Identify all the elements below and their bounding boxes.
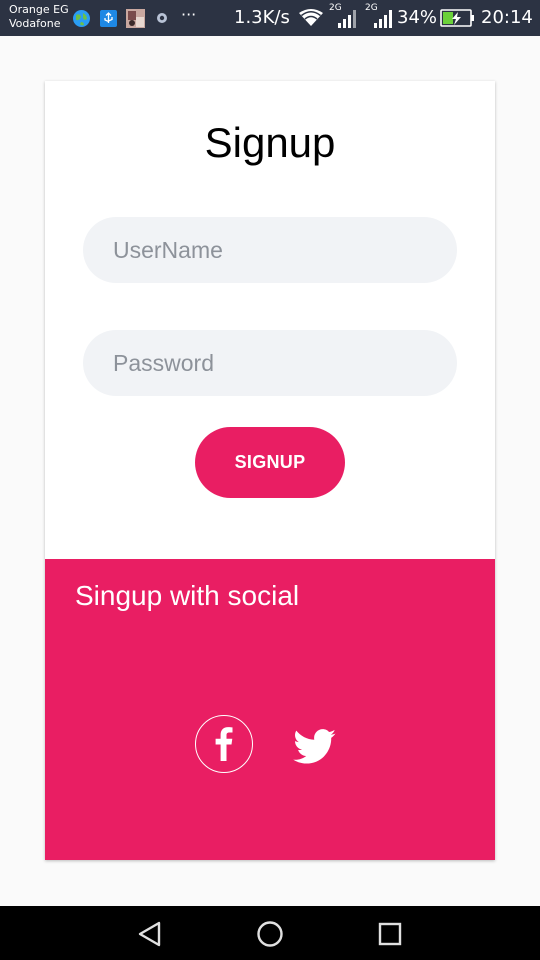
carrier-names: Orange EG Vodafone	[9, 3, 69, 31]
network-speed: 1.3K/s	[234, 7, 290, 28]
username-input[interactable]	[83, 217, 457, 283]
usb-icon	[100, 10, 117, 27]
recents-icon[interactable]	[376, 920, 404, 948]
signal-strength-icon	[338, 10, 356, 28]
password-input[interactable]	[83, 330, 457, 396]
social-signup-section: Singup with social	[45, 559, 495, 860]
facebook-icon	[215, 727, 233, 761]
carrier-1: Orange EG	[9, 3, 69, 16]
signal-strength-icon	[374, 10, 392, 28]
back-icon[interactable]	[136, 920, 164, 948]
carrier-2: Vodafone	[9, 17, 61, 30]
navigation-bar	[0, 906, 540, 960]
globe-app-icon	[73, 10, 90, 27]
social-section-title: Singup with social	[75, 580, 300, 611]
clock: 20:14	[481, 7, 533, 28]
twitter-button[interactable]	[293, 729, 337, 765]
sync-icon	[157, 13, 167, 23]
battery-percent: 34%	[397, 7, 438, 28]
page-title: Signup	[204, 119, 336, 166]
signup-button[interactable]: SIGNUP	[195, 427, 345, 498]
more-notifications-icon: ···	[181, 5, 197, 24]
status-bar: Orange EG Vodafone ··· 1.3K/s 2G 2G 34% …	[0, 0, 540, 36]
battery-charging-icon	[440, 9, 474, 27]
twitter-icon	[293, 729, 336, 764]
home-icon[interactable]	[256, 920, 284, 948]
facebook-button[interactable]	[195, 715, 253, 773]
photo-thumbnail-icon	[126, 9, 145, 28]
wifi-icon	[299, 9, 323, 26]
